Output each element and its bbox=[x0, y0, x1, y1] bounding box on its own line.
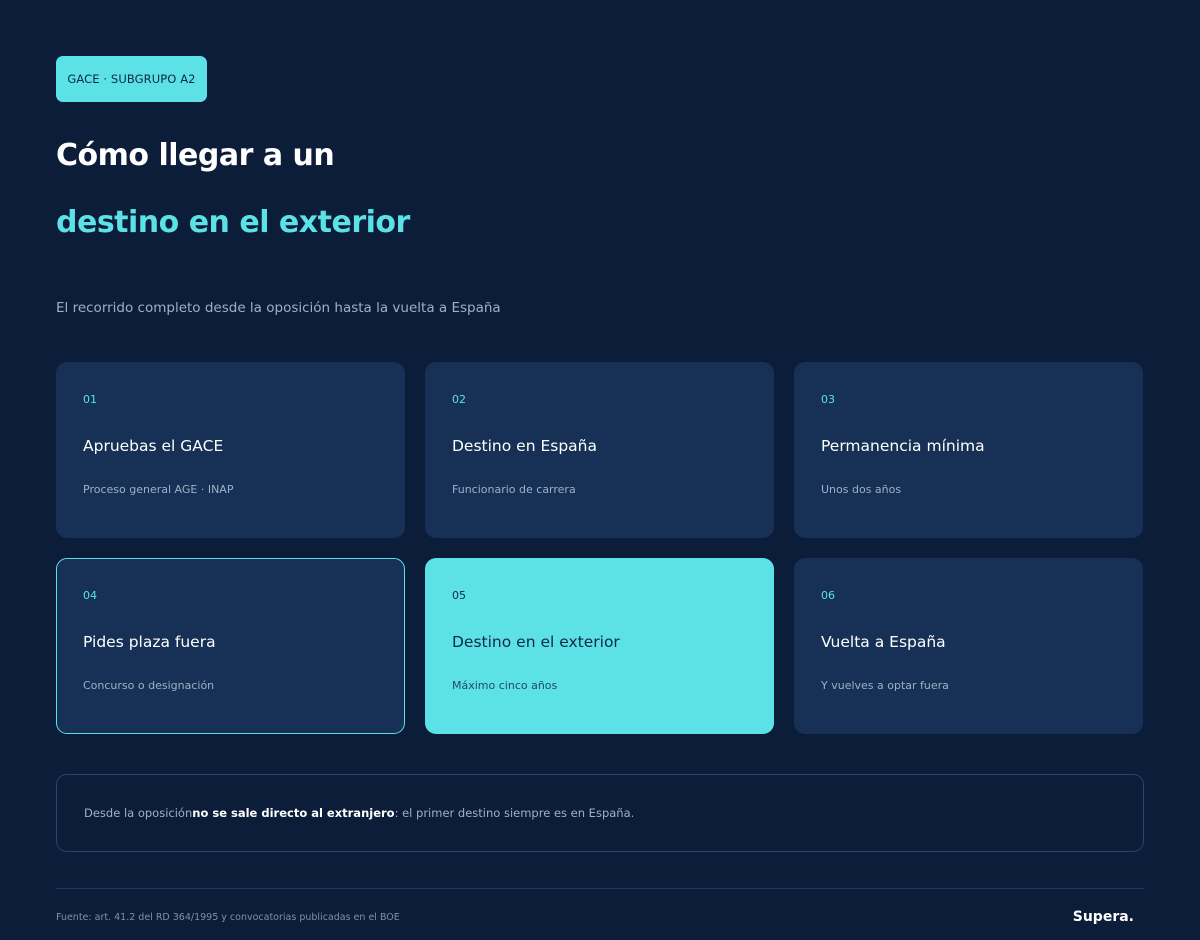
step-description: Proceso general AGE · INAP bbox=[83, 483, 234, 496]
step-title: Permanencia mínima bbox=[821, 437, 985, 455]
info-note: Desde la oposición no se sale directo al… bbox=[56, 774, 1144, 852]
step-card: 01 Apruebas el GACE Proceso general AGE … bbox=[56, 362, 405, 538]
step-card: 02 Destino en España Funcionario de carr… bbox=[425, 362, 774, 538]
step-title: Pides plaza fuera bbox=[83, 633, 216, 651]
step-description: Unos dos años bbox=[821, 483, 902, 496]
step-description: Máximo cinco años bbox=[452, 679, 558, 692]
step-number: 06 bbox=[821, 589, 835, 602]
footer-divider bbox=[56, 888, 1144, 889]
step-title: Destino en España bbox=[452, 437, 597, 455]
brand-logo: Supera. bbox=[1072, 909, 1134, 925]
step-number: 05 bbox=[452, 589, 466, 602]
step-title: Apruebas el GACE bbox=[83, 437, 224, 455]
step-number: 01 bbox=[83, 393, 97, 406]
note-emphasis: no se sale directo al extranjero bbox=[192, 806, 395, 820]
note-prefix: Desde la oposición bbox=[84, 806, 193, 820]
step-card: 03 Permanencia mínima Unos dos años bbox=[794, 362, 1143, 538]
page-title-accent: destino en el exterior bbox=[56, 205, 410, 240]
category-badge: GACE · SUBGRUPO A2 bbox=[56, 56, 207, 102]
step-card: 06 Vuelta a España Y vuelves a optar fue… bbox=[794, 558, 1143, 734]
step-number: 03 bbox=[821, 393, 835, 406]
step-number: 04 bbox=[83, 589, 97, 602]
step-number: 02 bbox=[452, 393, 466, 406]
note-suffix: : el primer destino siempre es en España… bbox=[394, 806, 635, 820]
steps-grid: 01 Apruebas el GACE Proceso general AGE … bbox=[56, 362, 1144, 734]
step-card-outlined: 04 Pides plaza fuera Concurso o designac… bbox=[56, 558, 405, 734]
step-card-highlighted: 05 Destino en el exterior Máximo cinco a… bbox=[425, 558, 774, 734]
page-title: Cómo llegar a un bbox=[56, 138, 335, 173]
step-title: Destino en el exterior bbox=[452, 633, 620, 651]
step-description: Funcionario de carrera bbox=[452, 483, 576, 496]
step-description: Y vuelves a optar fuera bbox=[821, 679, 949, 692]
source-citation: Fuente: art. 41.2 del RD 364/1995 y conv… bbox=[56, 912, 400, 923]
step-title: Vuelta a España bbox=[821, 633, 946, 651]
step-description: Concurso o designación bbox=[83, 679, 215, 692]
page-subtitle: El recorrido completo desde la oposición… bbox=[56, 300, 501, 316]
